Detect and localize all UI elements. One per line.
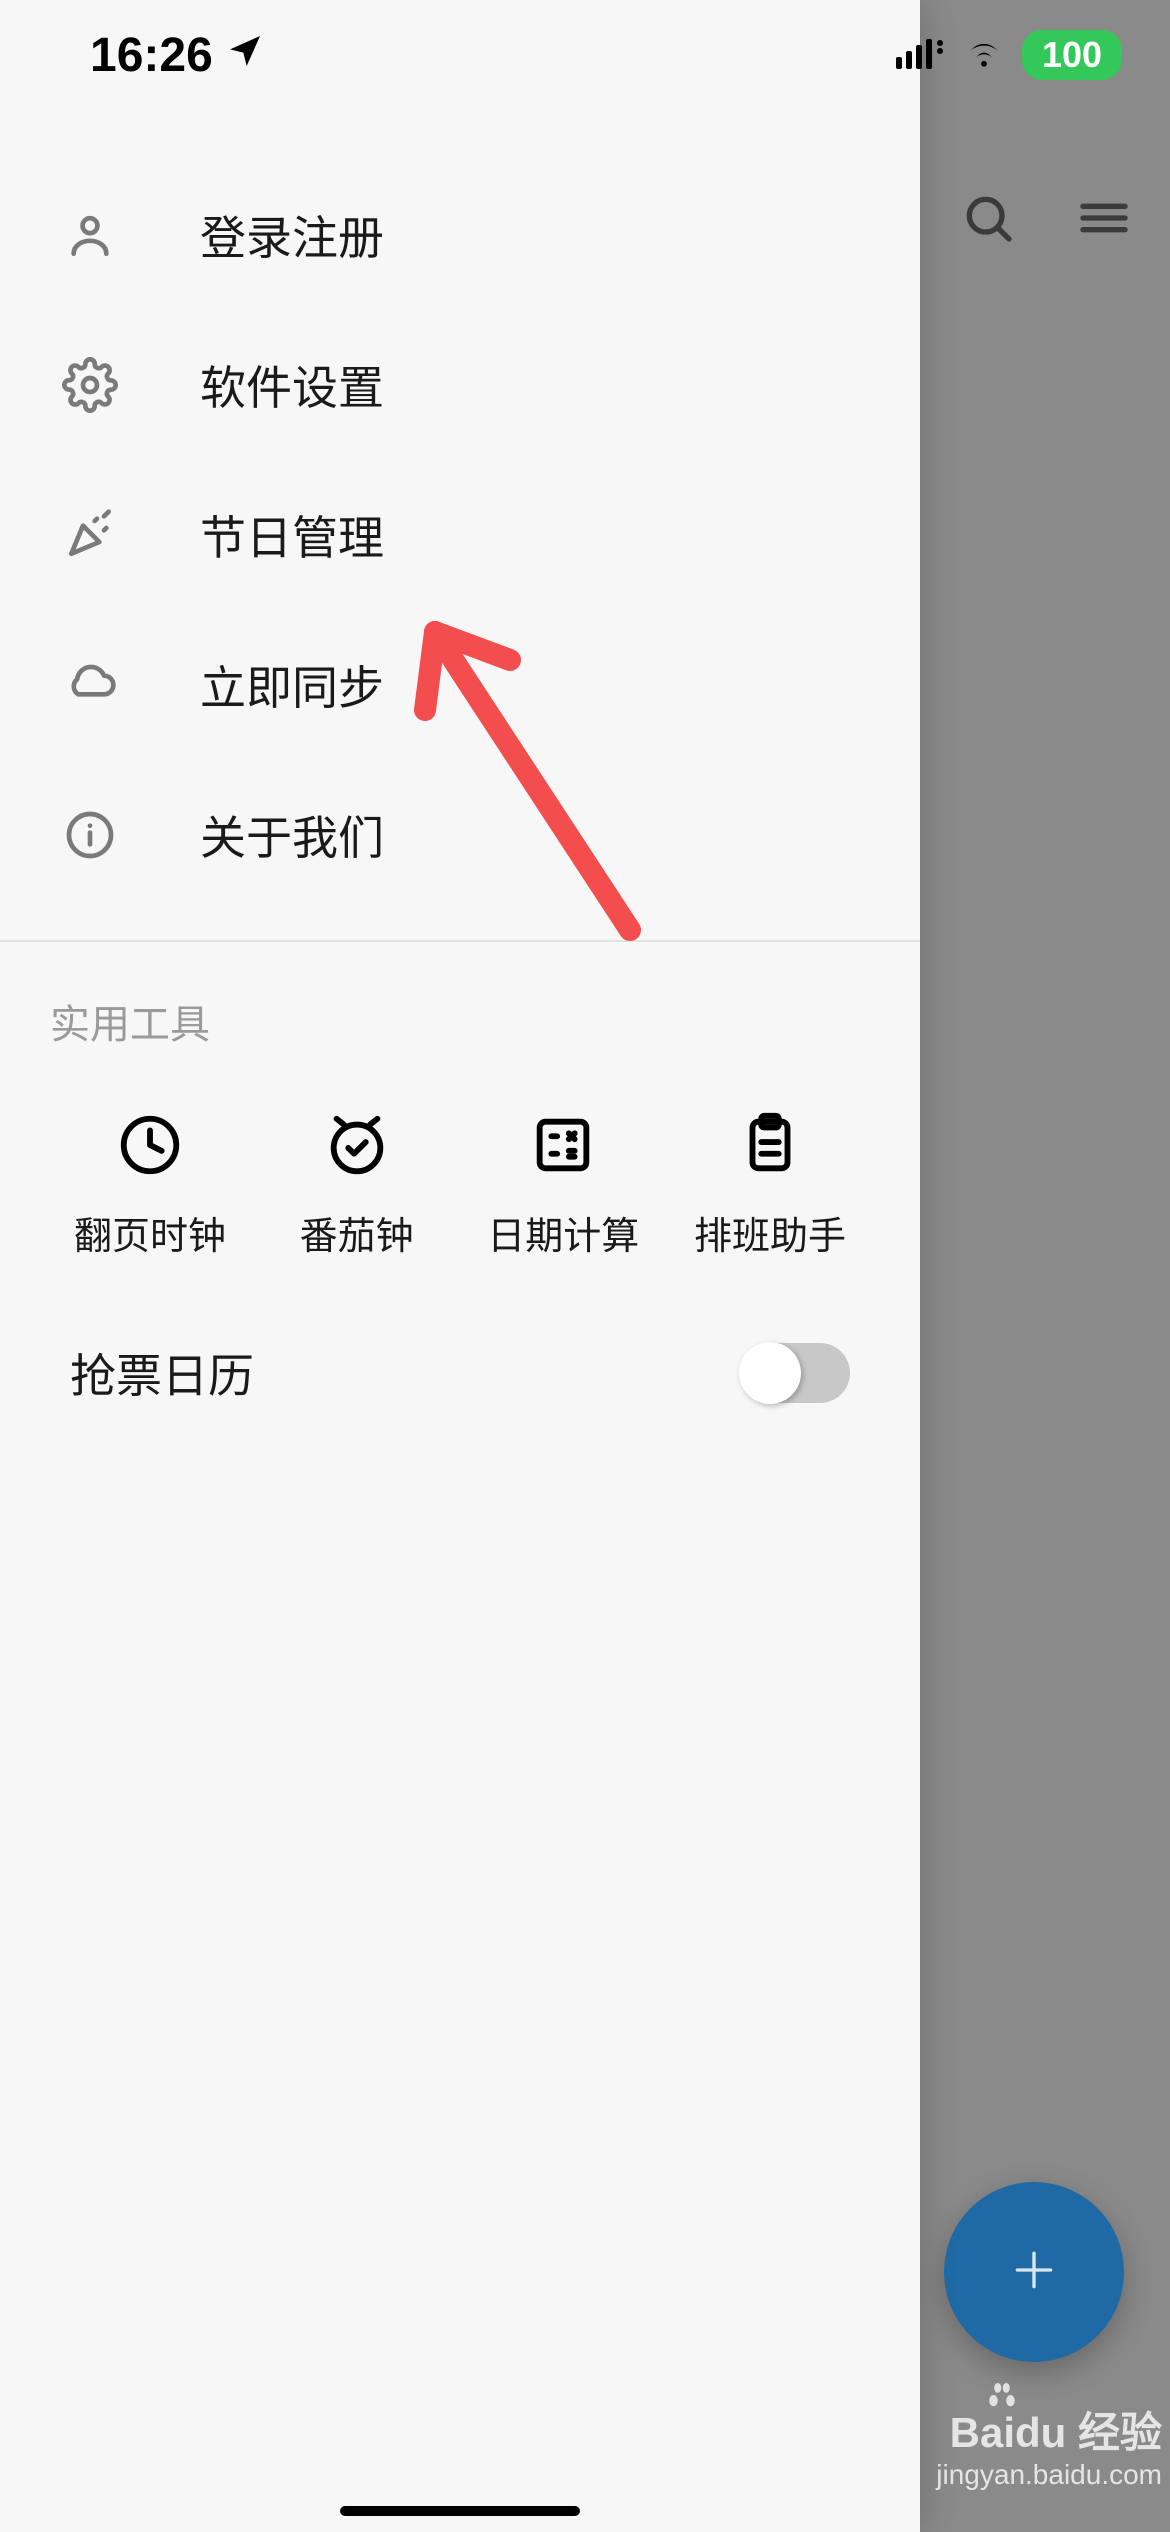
tools-section-title: 实用工具: [50, 992, 870, 1050]
ticket-calendar-label: 抢票日历: [70, 1340, 254, 1406]
menu-item-label: 关于我们: [200, 802, 384, 868]
watermark-brand: Baidu 经验: [950, 2408, 1162, 2458]
menu-item-sync[interactable]: 立即同步: [0, 610, 920, 760]
cellular-signal-icon: [896, 37, 946, 74]
tool-label: 排班助手: [694, 1205, 846, 1260]
menu-item-about[interactable]: 关于我们: [0, 760, 920, 910]
tool-pomodoro[interactable]: 番茄钟: [257, 1110, 457, 1260]
clipboard-icon: [735, 1110, 805, 1185]
person-icon: [60, 207, 120, 263]
status-time: 16:26: [90, 28, 213, 83]
ticket-calendar-toggle[interactable]: [740, 1343, 850, 1403]
add-fab[interactable]: [944, 2182, 1124, 2362]
party-popper-icon: [60, 507, 120, 563]
cloud-icon: [60, 657, 120, 713]
menu-item-label: 立即同步: [200, 652, 384, 718]
tool-label: 番茄钟: [300, 1205, 414, 1260]
gear-icon: [60, 357, 120, 413]
tool-label: 翻页时钟: [74, 1205, 226, 1260]
menu-item-label: 软件设置: [200, 352, 384, 418]
side-drawer: 登录注册 软件设置 节日管理 立即同步 关于我们: [0, 0, 920, 2532]
location-arrow-icon: [225, 28, 265, 83]
wifi-icon: [962, 36, 1006, 75]
tool-label: 日期计算: [487, 1205, 639, 1260]
menu-item-settings[interactable]: 软件设置: [0, 310, 920, 460]
menu-item-label: 登录注册: [200, 202, 384, 268]
watermark: Baidu 经验 jingyan.baidu.com: [936, 2408, 1162, 2492]
menu-item-login[interactable]: 登录注册: [0, 160, 920, 310]
plus-icon: [1009, 2245, 1059, 2300]
search-icon[interactable]: [960, 190, 1016, 251]
info-icon: [60, 807, 120, 863]
tool-date-calc[interactable]: 日期计算: [463, 1110, 663, 1260]
tool-flip-clock[interactable]: 翻页时钟: [50, 1110, 250, 1260]
toggle-knob: [739, 1342, 801, 1404]
menu-item-holidays[interactable]: 节日管理: [0, 460, 920, 610]
tool-shift-helper[interactable]: 排班助手: [670, 1110, 870, 1260]
alarm-icon: [322, 1110, 392, 1185]
calculator-icon: [528, 1110, 598, 1185]
hamburger-menu-icon[interactable]: [1076, 190, 1132, 251]
watermark-url: jingyan.baidu.com: [936, 2458, 1162, 2492]
clock-icon: [115, 1110, 185, 1185]
home-indicator: [340, 2506, 580, 2516]
menu-item-label: 节日管理: [200, 502, 384, 568]
battery-indicator: 100: [1022, 30, 1122, 80]
